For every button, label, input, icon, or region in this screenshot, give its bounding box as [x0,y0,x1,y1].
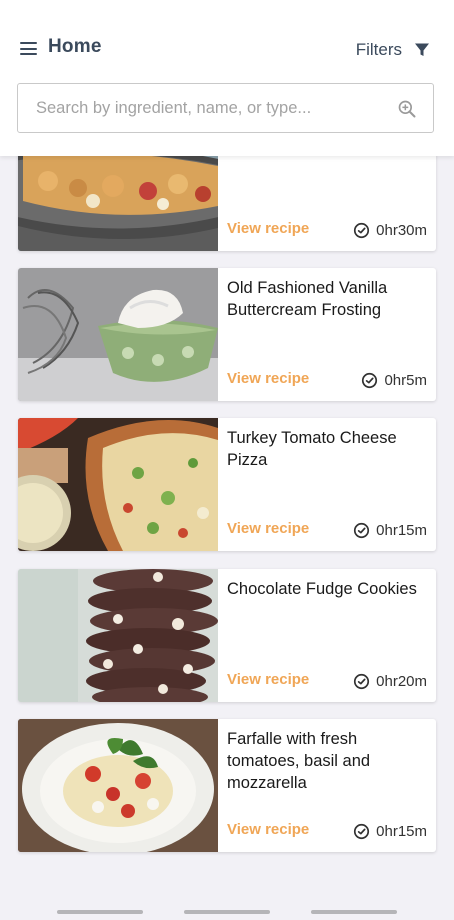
clock-icon [354,673,370,690]
prep-time-value: 0hr15m [376,823,427,840]
recipe-image-frosting [18,268,218,401]
search-bar [17,83,434,133]
recipe-card[interactable]: Turkey Tomato Cheese Pizza View recipe 0… [18,418,436,551]
recipe-title: Farfalle with fresh tomatoes, basil and … [227,730,371,792]
funnel-filter-icon [415,43,429,56]
nav-hint-bar [57,910,143,914]
view-recipe-link[interactable]: View recipe [227,370,309,387]
view-recipe-link[interactable]: View recipe [227,671,309,688]
recipe-card[interactable]: Farfalle with fresh tomatoes, basil and … [18,719,436,852]
filters-button[interactable]: Filters [356,38,430,62]
prep-time-value: 0hr5m [384,372,427,389]
prep-time-value: 0hr20m [376,673,427,690]
zoom-in-search-icon[interactable] [397,99,417,119]
clock-icon [354,222,370,239]
view-recipe-link[interactable]: View recipe [227,821,309,838]
clock-icon [362,372,378,389]
prep-time-value: 0hr15m [376,522,427,539]
nav-hint-bar [184,910,270,914]
page-title: Home [48,36,102,57]
prep-time-value: 0hr30m [376,222,427,239]
recipe-card[interactable]: Chocolate Fudge Cookies View recipe 0hr2… [18,569,436,702]
prep-time: 0hr15m [353,823,427,840]
clock-icon [354,522,370,539]
prep-time: 0hr30m [353,222,427,239]
recipe-title: Old Fashioned Vanilla Buttercream Frosti… [227,279,388,319]
recipe-title: Turkey Tomato Cheese Pizza [227,429,397,469]
recipe-title: Chocolate Fudge Cookies [227,580,417,598]
view-recipe-link[interactable]: View recipe [227,520,309,537]
nav-hint-bar [311,910,397,914]
view-recipe-link[interactable]: View recipe [227,220,309,237]
prep-time: 0hr15m [353,522,427,539]
recipe-image-pizza [18,418,218,551]
recipe-image-farfalle [18,719,218,852]
recipe-card[interactable]: Old Fashioned Vanilla Buttercream Frosti… [18,268,436,401]
clock-icon [354,823,370,840]
recipe-image-cookies [18,569,218,702]
filters-label: Filters [355,40,402,59]
prep-time: 0hr20m [353,673,427,690]
prep-time: 0hr5m [361,372,427,389]
hamburger-menu-icon[interactable] [20,42,38,56]
app-header: Home Filters [0,0,454,156]
search-input[interactable] [36,84,376,132]
